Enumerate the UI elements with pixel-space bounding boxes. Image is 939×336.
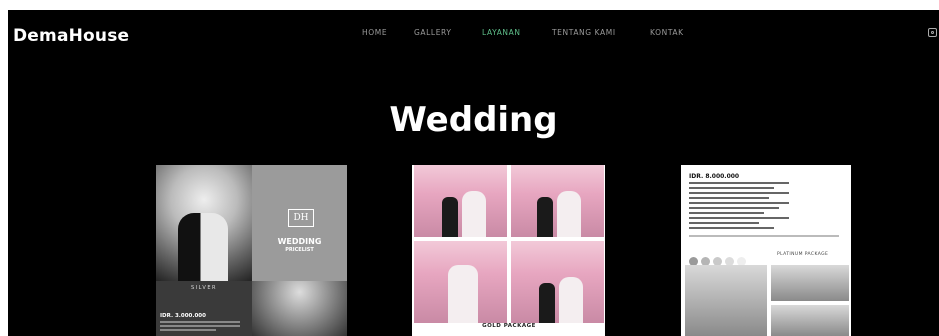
package-price: IDR. 3.000.000	[160, 313, 206, 319]
pricelist-subheading: PRICELIST	[285, 247, 314, 253]
nav-gallery[interactable]: GALLERY	[414, 28, 452, 37]
couple-photo	[511, 165, 604, 237]
venue-photo	[771, 305, 849, 336]
package-note	[689, 235, 839, 237]
package-label: PLATINUM PACKAGE	[777, 252, 829, 257]
package-details	[160, 321, 240, 333]
silver-panel: SILVER IDR. 3.000.000	[156, 281, 252, 336]
package-price: IDR. 8.000.000	[689, 173, 740, 180]
couple-photo	[511, 241, 604, 323]
page-title: Wedding	[389, 100, 558, 140]
package-label: GOLD PACKAGE	[474, 323, 544, 336]
pricelist-card-gold[interactable]: GOLD PACKAGE	[412, 165, 605, 336]
pricelist-card-platinum[interactable]: IDR. 8.000.000 PLATINUM PACKAGE	[681, 165, 851, 336]
bride-photo	[414, 241, 507, 323]
instagram-icon[interactable]	[928, 28, 937, 37]
couple-photo	[685, 265, 767, 336]
venue-photo	[771, 265, 849, 301]
nav-tentang-kami[interactable]: TENTANG KAMI	[552, 28, 616, 37]
pricelist-card-silver[interactable]: DH WEDDING PRICELIST SILVER IDR. 3.000.0…	[156, 165, 347, 336]
nav-layanan[interactable]: LAYANAN	[482, 28, 521, 37]
nav-home[interactable]: HOME	[362, 28, 387, 37]
dh-logo: DH	[288, 209, 314, 227]
brand-logo[interactable]: DemaHouse	[13, 26, 129, 46]
couple-photo	[156, 165, 252, 281]
page: DemaHouse HOME GALLERY LAYANAN TENTANG K…	[8, 10, 939, 336]
package-details	[689, 182, 789, 232]
nav-kontak[interactable]: KONTAK	[650, 28, 684, 37]
package-label: SILVER	[191, 285, 217, 291]
couple-photo	[414, 165, 507, 237]
pricelist-cover: DH WEDDING PRICELIST	[252, 165, 347, 281]
pricelist-heading: WEDDING	[277, 237, 322, 246]
venue-photo	[252, 281, 347, 336]
